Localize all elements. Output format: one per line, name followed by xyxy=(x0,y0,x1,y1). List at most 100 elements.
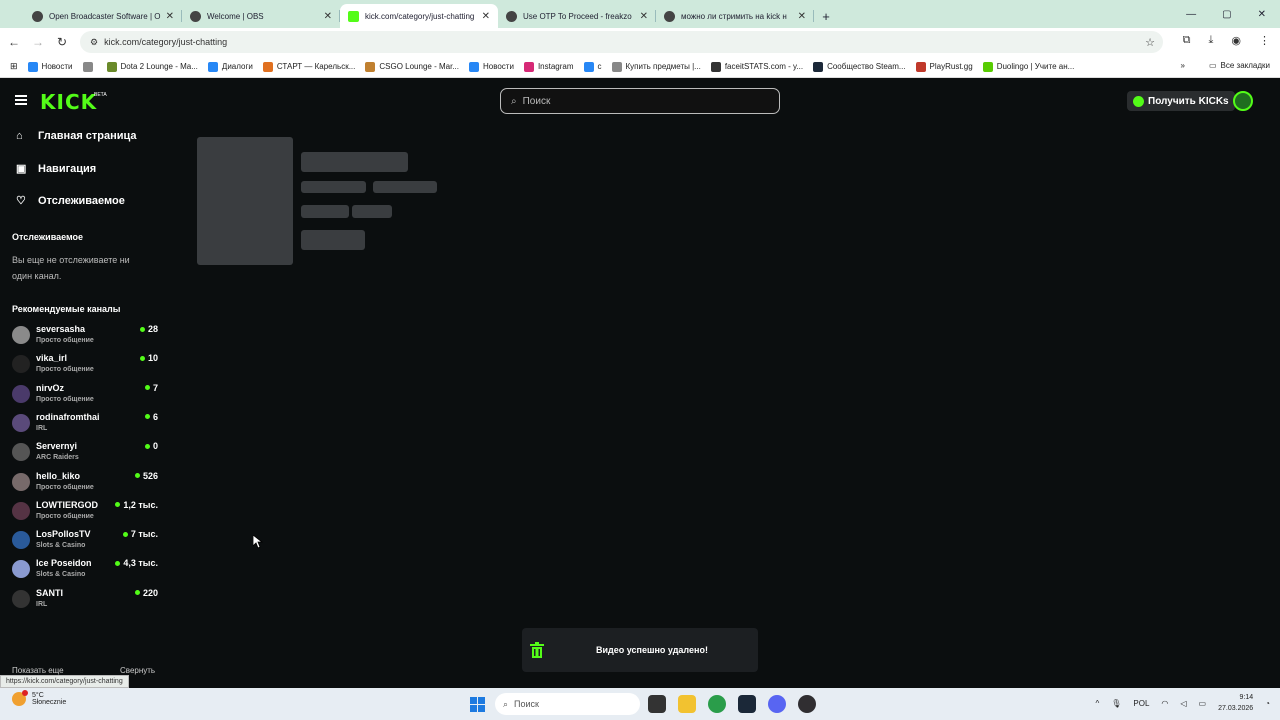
bookmark-item[interactable]: Dota 2 Lounge - Ma... xyxy=(106,61,198,72)
bookmark-item[interactable]: Новости xyxy=(468,61,514,72)
tab-close-icon[interactable]: ✕ xyxy=(324,11,332,22)
all-bookmarks-label: Все закладки xyxy=(1220,61,1270,70)
bookmark-item[interactable]: Новости xyxy=(27,61,73,72)
viewer-count: 526 xyxy=(134,471,158,481)
bookmark-item[interactable]: Сообщество Steam... xyxy=(813,61,906,72)
bookmark-item[interactable]: Instagram xyxy=(523,61,574,72)
tab-close-icon[interactable]: ✕ xyxy=(798,11,806,22)
new-tab-button[interactable]: + xyxy=(814,9,838,24)
bookmark-item[interactable]: faceitSTATS.com - y... xyxy=(710,61,803,72)
bookmark-item[interactable]: с xyxy=(583,61,602,72)
url-field[interactable]: ⚙ kick.com/category/just-chatting ☆ xyxy=(80,31,1163,53)
bookmark-item[interactable]: CSGO Lounge - Mar... xyxy=(365,61,459,72)
kick-top-nav: KICK BETA ⌕ Поиск Получить KICKs xyxy=(0,80,1280,122)
recommended-channel[interactable]: LOWTIERGOD Просто общение 1,2 тыс. xyxy=(12,498,160,526)
channel-name: hello_kiko xyxy=(36,470,81,481)
recommended-channel[interactable]: hello_kiko Просто общение 526 xyxy=(12,469,160,497)
sidebar-nav-label: Отслеживаемое xyxy=(38,194,125,207)
channel-name: SANTI xyxy=(36,587,63,598)
search-input[interactable]: ⌕ Поиск xyxy=(500,88,780,114)
task-view-icon[interactable] xyxy=(648,695,666,713)
recommended-channel[interactable]: seversasha Просто общение 28 xyxy=(12,322,160,350)
clock[interactable]: 9:14 27.03.2026 xyxy=(1218,692,1253,714)
bookmark-favicon-icon xyxy=(523,61,534,72)
extensions-icon[interactable]: ⧉ xyxy=(1183,34,1191,47)
address-bar-row: ← → ↻ ⚙ kick.com/category/just-chatting … xyxy=(0,28,1280,56)
forward-icon[interactable]: → xyxy=(26,35,50,49)
recommended-channel[interactable]: nirvOz Просто общение 7 xyxy=(12,381,160,409)
recommended-channel[interactable]: SANTI IRL 220 xyxy=(12,586,160,614)
apps-icon[interactable]: ⊞ xyxy=(10,61,18,72)
notifications-icon[interactable]: ◔ xyxy=(1265,699,1270,708)
clock-time: 9:14 xyxy=(1239,694,1254,701)
tab-close-icon[interactable]: ✕ xyxy=(166,11,174,22)
get-kicks-button[interactable]: Получить KICKs xyxy=(1127,91,1235,111)
sidebar-nav-item[interactable]: ⌂ Главная страница xyxy=(16,130,137,142)
bookmark-item[interactable]: СТАРТ — Карельск... xyxy=(262,61,355,72)
all-bookmarks-button[interactable]: » ▭ Все закладки xyxy=(1181,61,1270,70)
browser-tab-bar: Open Broadcaster Software | O ✕ Welcome | … xyxy=(0,0,1280,28)
tab-close-icon[interactable]: ✕ xyxy=(482,11,490,22)
tab-close-icon[interactable]: ✕ xyxy=(640,11,648,22)
recommended-channel[interactable]: rodinafromthai IRL 6 xyxy=(12,410,160,438)
url-text: kick.com/category/just-chatting xyxy=(104,37,228,47)
minimize-icon[interactable]: — xyxy=(1186,9,1196,20)
reload-icon[interactable]: ↻ xyxy=(50,35,74,49)
microphone-icon[interactable]: 🎙 xyxy=(1111,699,1121,708)
recommended-channel[interactable]: Ice Poseidon Slots & Casino 4,3 тыс. xyxy=(12,556,160,584)
sidebar-nav-item[interactable]: ▣ Навигация xyxy=(16,162,96,176)
clock-date: 27.03.2026 xyxy=(1218,705,1254,712)
chrome-icon[interactable] xyxy=(708,695,726,713)
recommended-channel[interactable]: LosPollosTV Slots & Casino 7 тыс. xyxy=(12,527,160,555)
bookmark-item[interactable]: PlayRust.gg xyxy=(915,61,973,72)
wifi-icon[interactable]: ◠ xyxy=(1161,699,1168,708)
show-more-link[interactable]: Показать еще xyxy=(12,666,64,675)
download-icon[interactable]: ⤓ xyxy=(1209,34,1214,47)
bookmark-item[interactable]: Duolingo | Учите ан... xyxy=(982,61,1074,72)
kicks-coin-icon xyxy=(1133,95,1144,107)
volume-icon[interactable]: ◁ xyxy=(1180,699,1186,708)
weather-widget[interactable]: 5°C Słonecznie xyxy=(12,690,66,706)
recommended-channel[interactable]: vika_irl Просто общение 10 xyxy=(12,351,160,379)
bookmark-label: Сообщество Steam... xyxy=(827,62,906,71)
menu-icon[interactable]: ⋮ xyxy=(1259,34,1270,47)
close-window-icon[interactable]: ✕ xyxy=(1258,9,1266,20)
language-indicator[interactable]: POL xyxy=(1133,699,1149,708)
browser-tab[interactable]: Use OTP To Proceed - freakzo ✕ xyxy=(498,4,656,28)
browser-tab[interactable]: можно ли стримить на kick н ✕ xyxy=(656,4,814,28)
tray-chevron-icon[interactable]: ^ xyxy=(1095,699,1099,708)
taskbar-search-input[interactable]: ⌕ Поиск xyxy=(495,693,640,715)
back-icon[interactable]: ← xyxy=(2,35,26,49)
recommended-channel[interactable]: Servernyi ARC Raiders 0 xyxy=(12,439,160,467)
kick-logo[interactable]: KICK xyxy=(40,90,97,114)
site-info-icon[interactable]: ⚙ xyxy=(90,37,98,48)
bookmark-favicon-icon xyxy=(207,61,218,72)
sidebar-nav-item[interactable]: ♡ Отслеживаемое xyxy=(16,194,125,208)
windows-taskbar: 5°C Słonecznie ⌕ Поиск ^ 🎙 POL ◠ ◁ ▭ 9:1… xyxy=(0,688,1280,720)
bookmark-item[interactable] xyxy=(82,61,97,72)
discord-icon[interactable] xyxy=(768,695,786,713)
live-dot-icon xyxy=(144,443,150,449)
channel-name: seversasha xyxy=(36,324,86,334)
user-avatar[interactable] xyxy=(1233,91,1253,111)
bookmark-item[interactable]: Диалоги xyxy=(207,61,253,72)
collapse-link[interactable]: Свернуть xyxy=(120,666,155,675)
file-explorer-icon[interactable] xyxy=(678,695,696,713)
profile-icon[interactable]: ◉ xyxy=(1231,34,1241,47)
obs-icon[interactable] xyxy=(798,695,816,713)
steam-icon[interactable] xyxy=(738,695,756,713)
browser-tab[interactable]: Open Broadcaster Software | O ✕ xyxy=(24,4,182,28)
browser-tab[interactable]: Welcome | OBS ✕ xyxy=(182,4,340,28)
browser-tab[interactable]: kick.com/category/just-chatting ✕ xyxy=(340,4,498,28)
bookmark-item[interactable]: Купить предметы |... xyxy=(611,61,701,72)
channel-category: IRL xyxy=(36,600,48,608)
skeleton-thumbnail xyxy=(197,137,293,265)
battery-icon[interactable]: ▭ xyxy=(1199,699,1207,708)
channel-avatar xyxy=(12,501,30,520)
hamburger-menu-icon[interactable] xyxy=(15,95,27,105)
more-bookmarks-icon[interactable]: » xyxy=(1181,61,1185,70)
tab-title: kick.com/category/just-chatting xyxy=(365,11,475,21)
windows-start-icon[interactable] xyxy=(470,697,485,712)
maximize-icon[interactable]: ▢ xyxy=(1222,9,1231,20)
bookmark-star-icon[interactable]: ☆ xyxy=(1145,36,1155,49)
